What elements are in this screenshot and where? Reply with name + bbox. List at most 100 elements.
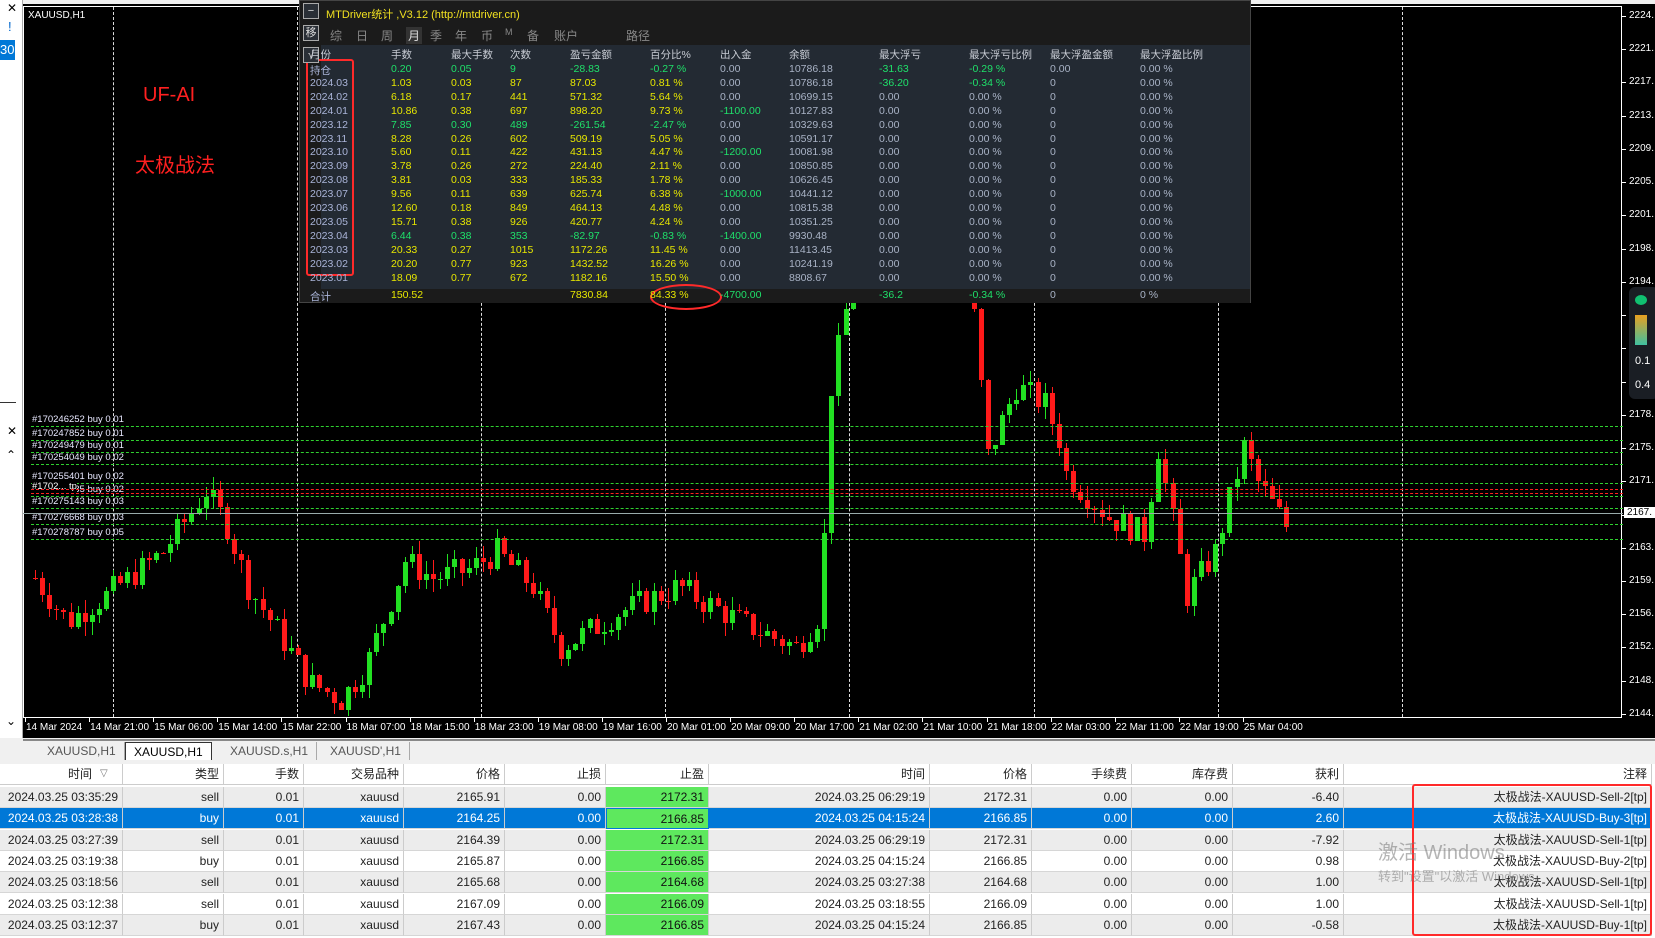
column-header[interactable]: 价格 [930,764,1032,785]
trade-cell[interactable]: 2024.03.25 03:35:29 [0,787,123,808]
selected-item[interactable]: 30 [0,40,15,60]
trade-cell[interactable]: 2024.03.25 03:18:55 [709,893,930,915]
trade-cell[interactable]: 0.00 [505,787,606,808]
trade-cell[interactable]: 2024.03.25 04:15:24 [709,808,930,830]
trade-cell[interactable]: 0.00 [1032,808,1132,830]
stats-tab-季[interactable]: 季 [430,27,442,44]
trade-cell[interactable]: 0.98 [1233,850,1344,872]
trade-cell[interactable]: 2172.31 [930,787,1032,808]
stats-tab-日[interactable]: 日 [356,27,368,44]
column-header[interactable]: 类型 [123,764,224,785]
trade-cell[interactable]: 2164.39 [404,829,505,851]
stats-tab-月[interactable]: 月 [406,27,423,44]
indicator-widget[interactable]: 0.1 0.4 [1629,287,1655,399]
trade-cell[interactable]: xauusd [304,893,404,915]
close-icon[interactable]: ✕ [7,1,17,15]
trade-cell[interactable]: xauusd [304,808,404,830]
trade-cell[interactable]: 2024.03.25 04:15:24 [709,850,930,872]
trade-cell[interactable]: 0.00 [1132,872,1233,894]
column-header[interactable]: 手数 [224,764,304,785]
trade-cell[interactable]: 0.00 [1032,872,1132,894]
trade-cell[interactable]: 1.00 [1233,872,1344,894]
trade-cell[interactable]: 2166.85 [930,808,1032,830]
trade-cell[interactable]: 0.01 [224,914,304,936]
trade-cell[interactable]: 0.00 [1132,808,1233,830]
sort-icon[interactable]: ▽ [100,768,108,779]
trade-cell[interactable]: 2024.03.25 03:19:38 [0,850,123,872]
chart-tab[interactable]: XAUUSD',H1 [322,742,410,760]
trade-cell[interactable]: 0.01 [224,850,304,872]
trade-cell[interactable]: 2165.87 [404,850,505,872]
trade-cell[interactable]: 0.01 [224,829,304,851]
trade-cell[interactable]: 0.01 [224,872,304,894]
trade-cell[interactable]: sell [123,829,224,851]
panel-side-button[interactable]: − [303,3,319,19]
trade-cell[interactable]: buy [123,914,224,936]
trade-cell[interactable]: -0.58 [1233,914,1344,936]
trade-cell[interactable]: 0.00 [505,808,606,830]
trade-cell[interactable]: 2024.03.25 03:18:56 [0,872,123,894]
column-header[interactable]: 获利 [1233,764,1344,785]
stats-tab-路径[interactable]: 路径 [626,27,650,44]
trade-cell[interactable]: 2024.03.25 03:12:37 [0,914,123,936]
trade-cell[interactable]: 2024.03.25 04:15:24 [709,914,930,936]
trade-cell[interactable]: 1.00 [1233,893,1344,915]
stats-tab-账户[interactable]: 账户 [554,27,578,44]
trade-cell[interactable]: 2024.03.25 06:29:19 [709,787,930,808]
trade-cell[interactable]: 2172.31 [606,787,709,808]
close-icon[interactable]: ✕ [7,424,17,438]
panel-side-button[interactable]: 移 [303,25,319,41]
trade-cell[interactable]: buy [123,808,224,830]
trade-cell[interactable]: 2167.09 [404,893,505,915]
trade-cell[interactable]: -7.92 [1233,829,1344,851]
trade-cell[interactable]: 2024.03.25 03:28:38 [0,808,123,830]
trade-cell[interactable]: 2166.09 [606,893,709,915]
trade-cell[interactable]: -6.40 [1233,787,1344,808]
trade-cell[interactable]: 0.00 [1032,914,1132,936]
trade-cell[interactable]: 0.00 [1132,850,1233,872]
column-header[interactable]: 价格 [404,764,505,785]
trade-cell[interactable]: 2164.68 [606,872,709,894]
trade-cell[interactable]: 2166.09 [930,893,1032,915]
trade-cell[interactable]: 0.00 [1132,829,1233,851]
trade-cell[interactable]: 0.00 [1132,914,1233,936]
trade-cell[interactable]: 0.00 [505,914,606,936]
trade-cell[interactable]: 2.60 [1233,808,1344,830]
trade-cell[interactable]: 2024.03.25 03:27:38 [709,872,930,894]
trade-cell[interactable]: 2165.68 [404,872,505,894]
stats-tab-币[interactable]: 币 [481,27,493,44]
trade-cell[interactable]: sell [123,787,224,808]
trade-cell[interactable]: 2166.85 [606,850,709,872]
trade-cell[interactable]: 0.00 [1032,787,1132,808]
column-header[interactable]: 交易品种 [304,764,404,785]
trade-cell[interactable]: 2164.25 [404,808,505,830]
trade-cell[interactable]: sell [123,872,224,894]
chart-tab[interactable]: XAUUSD.s,H1 [222,742,318,760]
chart-tab[interactable]: XAUUSD,H1 [39,742,125,760]
trade-cell[interactable]: 0.00 [505,829,606,851]
column-header[interactable]: 止损 [505,764,606,785]
trade-cell[interactable]: 0.00 [1132,787,1233,808]
trade-cell[interactable]: 2166.85 [930,914,1032,936]
column-header[interactable]: 时间 [709,764,930,785]
stats-tab-备[interactable]: 备 [527,27,539,44]
trade-cell[interactable]: xauusd [304,829,404,851]
trade-cell[interactable]: xauusd [304,914,404,936]
column-header[interactable]: 止盈 [606,764,709,785]
trade-cell[interactable]: 0.00 [1032,850,1132,872]
trade-cell[interactable]: 0.01 [224,893,304,915]
trade-cell[interactable]: 0.00 [505,850,606,872]
stats-tab-综[interactable]: 综 [330,27,342,44]
trade-cell[interactable]: 2024.03.25 06:29:19 [709,829,930,851]
column-header[interactable]: 注释 [1344,764,1652,785]
trade-cell[interactable]: 0.01 [224,787,304,808]
trade-cell[interactable]: 2166.85 [930,850,1032,872]
trade-cell[interactable]: 0.01 [224,808,304,830]
scroll-down-icon[interactable]: ⌄ [6,714,16,728]
trade-cell[interactable]: 2166.85 [606,914,709,936]
trade-cell[interactable]: 0.00 [1032,829,1132,851]
chart-tab[interactable]: XAUUSD,H1 [125,742,212,760]
trade-cell[interactable]: xauusd [304,850,404,872]
trade-cell[interactable]: 0.00 [1032,893,1132,915]
trade-cell[interactable]: 0.00 [505,893,606,915]
